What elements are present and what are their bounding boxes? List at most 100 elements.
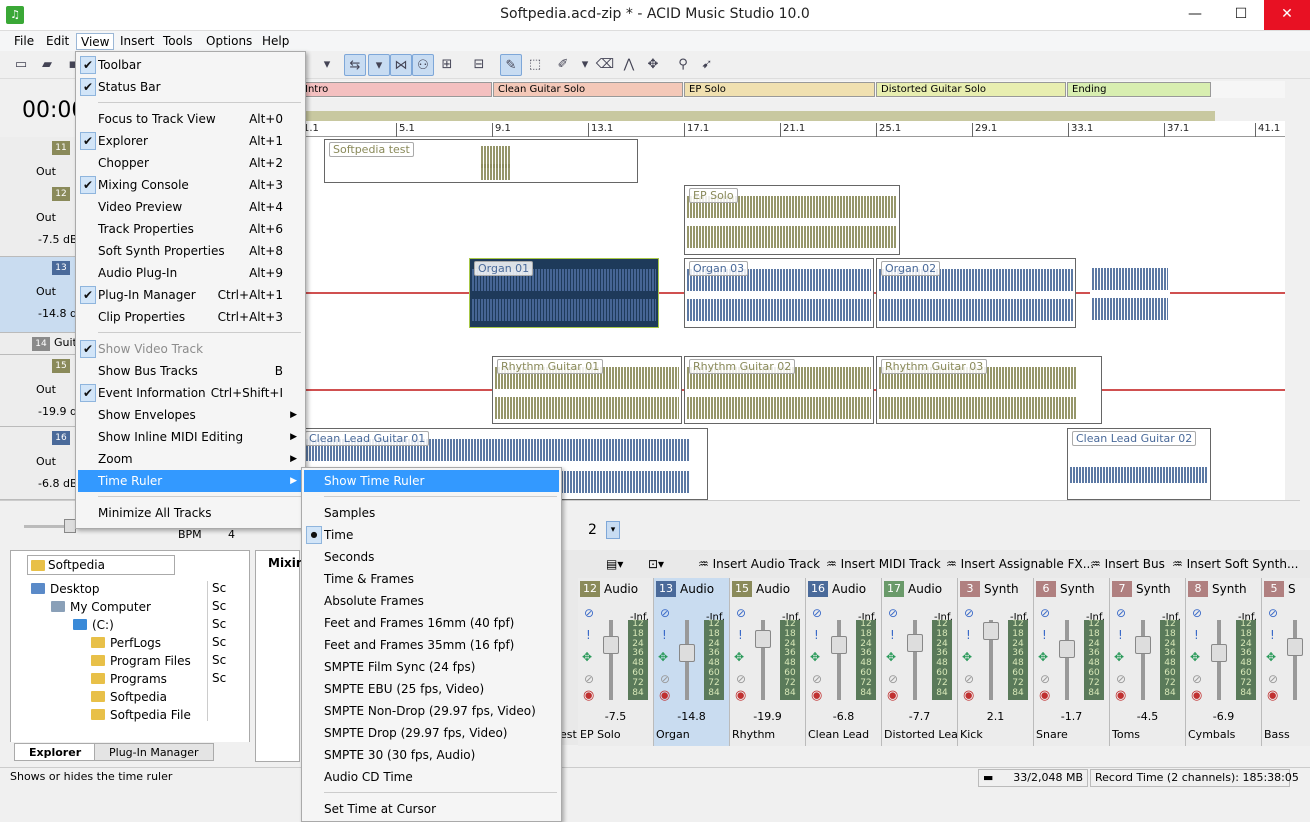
marker-distorted-guitar-solo[interactable]: Distorted Guitar Solo [876, 82, 1066, 97]
insert-assignable-fx-button[interactable]: ♒ Insert Assignable FX... [946, 553, 1094, 575]
strip-header[interactable]: 7 Synth [1110, 580, 1185, 598]
zoom-tool-icon[interactable]: ⚲ [672, 54, 694, 76]
strip-name[interactable]: EP Solo [580, 728, 621, 741]
mute-icon[interactable]: ⊘ [964, 606, 974, 620]
menu-item-soft-synth-properties[interactable]: Soft Synth Properties Alt+8 [78, 240, 303, 262]
minimize-button[interactable]: — [1172, 0, 1218, 30]
marker-clean-guitar-solo[interactable]: Clean Guitar Solo [493, 82, 683, 97]
clip-softpedia-test[interactable]: Softpedia test [324, 139, 638, 183]
solo-icon[interactable]: ! [966, 628, 971, 642]
tree-item[interactable]: Softpedia [91, 690, 167, 704]
insert-soft-synth-button[interactable]: ♒ Insert Soft Synth... [1172, 553, 1298, 575]
strip-name[interactable]: Kick [960, 728, 983, 741]
maximize-button[interactable]: ☐ [1218, 0, 1264, 30]
pan-icon[interactable]: ✥ [734, 650, 744, 664]
menu-item-mixing-console[interactable]: ✔ Mixing Console Alt+3 [78, 174, 303, 196]
new-file-icon[interactable]: ▭ [10, 54, 32, 76]
strip-name[interactable]: Organ [656, 728, 690, 741]
timeline-area[interactable]: Softpedia test EP Solo Organ 01 Organ 03… [300, 137, 1285, 500]
menu-edit[interactable]: Edit [42, 33, 73, 50]
track-volume[interactable]: -7.5 dB [38, 233, 78, 246]
volume-fader-track[interactable] [913, 620, 917, 700]
submenu-item-absolute-frames[interactable]: Absolute Frames [304, 590, 559, 612]
tab-explorer[interactable]: Explorer [14, 743, 97, 761]
strip-name[interactable]: Cymbals [1188, 728, 1235, 741]
mute-icon[interactable]: ⊘ [1192, 606, 1202, 620]
marker-tool-icon[interactable]: ⊟ [468, 54, 490, 76]
open-folder-icon[interactable]: ▰ [36, 54, 58, 76]
strip-name[interactable]: Snare [1036, 728, 1068, 741]
paint-dropdown-icon[interactable]: ▾ [574, 54, 596, 76]
tab-plugin-manager[interactable]: Plug-In Manager [94, 743, 214, 761]
pan-icon[interactable]: ✥ [1266, 650, 1276, 664]
submenu-item-time[interactable]: ● Time [304, 524, 559, 546]
envelope-lock-icon[interactable]: ⋈ [390, 54, 412, 76]
volume-fader-track[interactable] [1141, 620, 1145, 700]
pan-icon[interactable]: ✥ [886, 650, 896, 664]
submenu-item-set-time-at-cursor[interactable]: Set Time at Cursor [304, 798, 559, 820]
explorer-folder-select[interactable]: Softpedia [27, 555, 175, 575]
insert-midi-track-button[interactable]: ♒ Insert MIDI Track [826, 553, 941, 575]
pan-icon[interactable]: ✥ [810, 650, 820, 664]
record-arm-icon[interactable]: ◉ [735, 688, 746, 703]
submenu-item-feet-and-frames-35mm-16-fpf[interactable]: Feet and Frames 35mm (16 fpf) [304, 634, 559, 656]
pan-icon[interactable]: ✥ [1114, 650, 1124, 664]
volume-fader-handle[interactable] [679, 644, 695, 662]
menu-item-show-inline-midi-editing[interactable]: Show Inline MIDI Editing ▶ [78, 426, 303, 448]
volume-fader-handle[interactable] [907, 634, 923, 652]
envelope-tool-icon[interactable]: ⋀ [618, 54, 640, 76]
strip-name[interactable]: Distorted Lead [884, 728, 965, 741]
menu-help[interactable]: Help [258, 33, 293, 50]
strip-header[interactable]: 12 Audio [578, 580, 653, 598]
submenu-item-smpte-non-drop-29-97-fps-video[interactable]: SMPTE Non-Drop (29.97 fps, Video) [304, 700, 559, 722]
volume-fader-handle[interactable] [831, 636, 847, 654]
track-volume[interactable]: -6.8 dB [38, 477, 78, 490]
pan-icon[interactable]: ✥ [658, 650, 668, 664]
record-arm-icon[interactable]: ◉ [963, 688, 974, 703]
tree-item[interactable]: My Computer [51, 600, 151, 614]
clip-organ-01[interactable]: Organ 01 [469, 258, 659, 328]
phase-icon[interactable]: ⊘ [1268, 672, 1278, 686]
strip-header[interactable]: 5S [1262, 580, 1310, 598]
phase-icon[interactable]: ⊘ [584, 672, 594, 686]
loop-region-bar[interactable] [300, 111, 1215, 121]
volume-fader-track[interactable] [837, 620, 841, 700]
paint-tool-icon[interactable]: ✐ [552, 54, 574, 76]
menu-item-video-preview[interactable]: Video Preview Alt+4 [78, 196, 303, 218]
erase-tool-icon[interactable]: ⌫ [594, 54, 616, 76]
strip-name[interactable]: Bass [1264, 728, 1290, 741]
tree-item[interactable]: PerfLogs [91, 636, 161, 650]
file-item[interactable]: Sc [212, 653, 226, 667]
volume-fader-track[interactable] [1293, 620, 1297, 700]
record-arm-icon[interactable]: ◉ [583, 688, 594, 703]
volume-fader-handle[interactable] [1211, 644, 1227, 662]
file-item[interactable]: Sc [212, 617, 226, 631]
scrub-tool-icon[interactable]: ✥ [642, 54, 664, 76]
marker-ep-solo[interactable]: EP Solo [684, 82, 875, 97]
phase-icon[interactable]: ⊘ [660, 672, 670, 686]
menu-item-show-bus-tracks[interactable]: Show Bus Tracks B [78, 360, 303, 382]
submenu-item-audio-cd-time[interactable]: Audio CD Time [304, 766, 559, 788]
solo-icon[interactable]: ! [662, 628, 667, 642]
record-arm-icon[interactable]: ◉ [1191, 688, 1202, 703]
record-arm-icon[interactable]: ◉ [887, 688, 898, 703]
close-button[interactable]: ✕ [1264, 0, 1310, 30]
file-item[interactable]: Sc [212, 635, 226, 649]
clip-organ-03[interactable]: Organ 03 [684, 258, 874, 328]
file-list[interactable]: Sc Sc Sc Sc Sc Sc [207, 581, 247, 721]
snap-dropdown-icon[interactable]: ▾ [368, 54, 390, 76]
phase-icon[interactable]: ⊘ [1116, 672, 1126, 686]
solo-icon[interactable]: ! [1042, 628, 1047, 642]
menu-item-toolbar[interactable]: ✔ Toolbar [78, 54, 303, 76]
submenu-item-show-time-ruler[interactable]: Show Time Ruler [304, 470, 559, 492]
lock-icon[interactable]: ⊞ [436, 54, 458, 76]
solo-icon[interactable]: ! [1118, 628, 1123, 642]
volume-fader-handle[interactable] [983, 622, 999, 640]
menu-insert[interactable]: Insert [116, 33, 158, 50]
volume-fader-handle[interactable] [755, 630, 771, 648]
auto-crossfade-icon[interactable]: ⚇ [412, 54, 434, 76]
strip-name[interactable]: Toms [1112, 728, 1140, 741]
volume-fader-handle[interactable] [1287, 638, 1303, 656]
phase-icon[interactable]: ⊘ [888, 672, 898, 686]
mute-icon[interactable]: ⊘ [584, 606, 594, 620]
